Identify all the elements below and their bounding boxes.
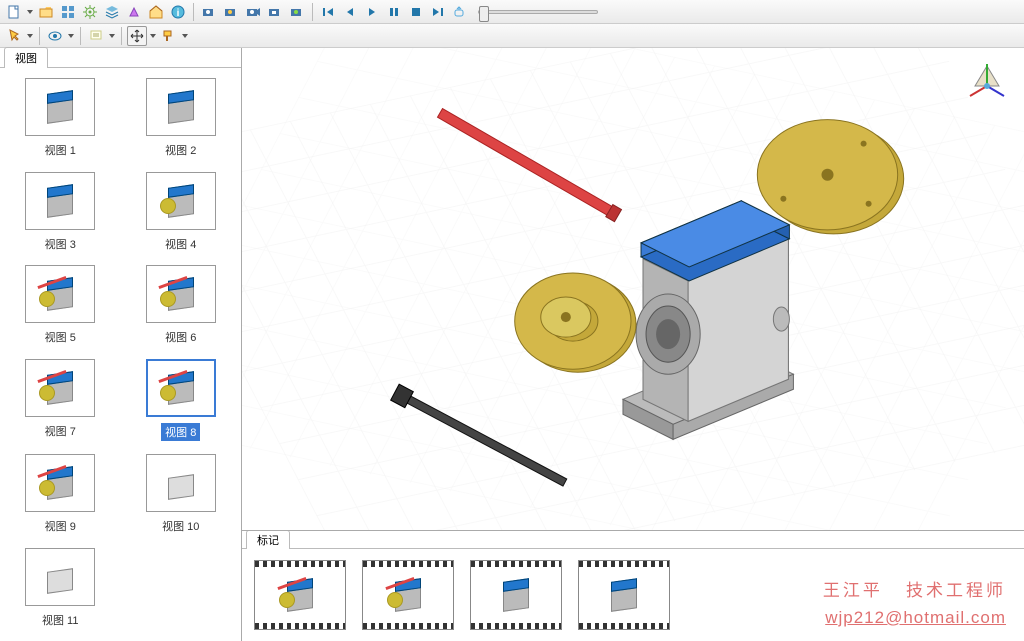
thumbnail-image bbox=[25, 78, 95, 136]
move-icon[interactable] bbox=[127, 26, 147, 46]
3d-canvas[interactable] bbox=[242, 48, 1024, 531]
toolbar-separator bbox=[312, 3, 313, 21]
mark-frame[interactable] bbox=[362, 560, 454, 630]
grid-icon[interactable] bbox=[58, 2, 78, 22]
mark-frame[interactable] bbox=[254, 560, 346, 630]
views-tab[interactable]: 视图 bbox=[4, 47, 48, 68]
thumbnail-image bbox=[146, 359, 216, 417]
new-dropdown[interactable] bbox=[26, 10, 34, 14]
home-icon[interactable] bbox=[146, 2, 166, 22]
marks-panel: 标记 bbox=[242, 531, 1024, 641]
view-thumbnail[interactable]: 视图 5 bbox=[12, 265, 109, 349]
view-thumbnail[interactable]: 视图 9 bbox=[12, 454, 109, 538]
stop-icon[interactable] bbox=[406, 2, 426, 22]
marks-strip bbox=[242, 549, 1024, 641]
marks-tabs: 标记 bbox=[242, 531, 1024, 549]
pointer-dropdown[interactable] bbox=[26, 34, 34, 38]
eye-icon[interactable] bbox=[45, 26, 65, 46]
camera2-icon[interactable] bbox=[221, 2, 241, 22]
views-grid: 视图 1 视图 2 视图 3 视图 4 视图 5 视图 6 视图 7 视图 8 视图 9 视图 1… bbox=[0, 68, 241, 641]
viewport: 标记 bbox=[242, 48, 1024, 641]
view-thumbnail[interactable]: 视图 6 bbox=[133, 265, 230, 349]
note-icon[interactable] bbox=[86, 26, 106, 46]
sidebar-tabs: 视图 bbox=[0, 48, 241, 68]
thumbnail-image bbox=[146, 265, 216, 323]
thumbnail-label: 视图 6 bbox=[165, 329, 196, 345]
thumbnail-label: 视图 8 bbox=[161, 423, 200, 441]
camera3-icon[interactable] bbox=[243, 2, 263, 22]
thumbnail-label: 视图 5 bbox=[45, 329, 76, 345]
toolbar-separator bbox=[193, 3, 194, 21]
thumbnail-label: 视图 7 bbox=[45, 423, 76, 439]
toolbar-separator bbox=[80, 27, 81, 45]
pause-icon[interactable] bbox=[384, 2, 404, 22]
3d-model bbox=[242, 48, 1024, 530]
view-thumbnail[interactable]: 视图 10 bbox=[133, 454, 230, 538]
thumbnail-image bbox=[25, 359, 95, 417]
thumbnail-label: 视图 9 bbox=[45, 518, 76, 534]
prism-icon[interactable] bbox=[124, 2, 144, 22]
mark-frame[interactable] bbox=[578, 560, 670, 630]
gear-icon[interactable] bbox=[80, 2, 100, 22]
view-thumbnail[interactable]: 视图 11 bbox=[12, 548, 109, 632]
info-icon[interactable]: i bbox=[168, 2, 188, 22]
playback-slider[interactable] bbox=[478, 10, 598, 14]
view-thumbnail[interactable]: 视图 1 bbox=[12, 78, 109, 162]
thumbnail-image bbox=[146, 78, 216, 136]
pointer-icon[interactable] bbox=[4, 26, 24, 46]
svg-text:i: i bbox=[177, 8, 180, 19]
move-dropdown[interactable] bbox=[149, 34, 157, 38]
secondary-toolbar bbox=[0, 24, 1024, 48]
paint-dropdown[interactable] bbox=[181, 34, 189, 38]
note-dropdown[interactable] bbox=[108, 34, 116, 38]
eye-dropdown[interactable] bbox=[67, 34, 75, 38]
prev-icon[interactable] bbox=[340, 2, 360, 22]
thumbnail-image bbox=[146, 172, 216, 230]
toolbar-separator bbox=[39, 27, 40, 45]
marks-tab[interactable]: 标记 bbox=[246, 530, 290, 549]
thumbnail-label: 视图 4 bbox=[165, 236, 196, 252]
last-icon[interactable] bbox=[428, 2, 448, 22]
view-triad-icon[interactable] bbox=[962, 56, 1012, 106]
toolbar-separator bbox=[121, 27, 122, 45]
mark-frame[interactable] bbox=[470, 560, 562, 630]
thumbnail-label: 视图 2 bbox=[165, 142, 196, 158]
camera1-icon[interactable] bbox=[199, 2, 219, 22]
thumbnail-image bbox=[25, 172, 95, 230]
layers-icon[interactable] bbox=[102, 2, 122, 22]
thumbnail-label: 视图 1 bbox=[45, 142, 76, 158]
thumbnail-label: 视图 3 bbox=[45, 236, 76, 252]
view-thumbnail[interactable]: 视图 8 bbox=[133, 359, 230, 445]
thumbnail-image bbox=[25, 454, 95, 512]
thumbnail-image bbox=[25, 548, 95, 606]
thumbnail-image bbox=[146, 454, 216, 512]
view-thumbnail[interactable]: 视图 2 bbox=[133, 78, 230, 162]
share-icon[interactable] bbox=[450, 2, 470, 22]
thumbnail-label: 视图 10 bbox=[162, 518, 199, 534]
view-thumbnail[interactable]: 视图 4 bbox=[133, 172, 230, 256]
thumbnail-image bbox=[25, 265, 95, 323]
views-sidebar: 视图 视图 1视图 2视图 3视图 4视图 5视图 6视图 7视图 8视图 9视… bbox=[0, 48, 242, 641]
view-thumbnail[interactable]: 视图 3 bbox=[12, 172, 109, 256]
view-thumbnail[interactable]: 视图 7 bbox=[12, 359, 109, 445]
new-icon[interactable] bbox=[4, 2, 24, 22]
play-icon[interactable] bbox=[362, 2, 382, 22]
main-area: 视图 视图 1视图 2视图 3视图 4视图 5视图 6视图 7视图 8视图 9视… bbox=[0, 48, 1024, 641]
thumbnail-label: 视图 11 bbox=[42, 612, 78, 628]
camera4-icon[interactable] bbox=[265, 2, 285, 22]
camera5-icon[interactable] bbox=[287, 2, 307, 22]
main-toolbar: i bbox=[0, 0, 1024, 24]
first-icon[interactable] bbox=[318, 2, 338, 22]
paint-icon[interactable] bbox=[159, 26, 179, 46]
open-icon[interactable] bbox=[36, 2, 56, 22]
